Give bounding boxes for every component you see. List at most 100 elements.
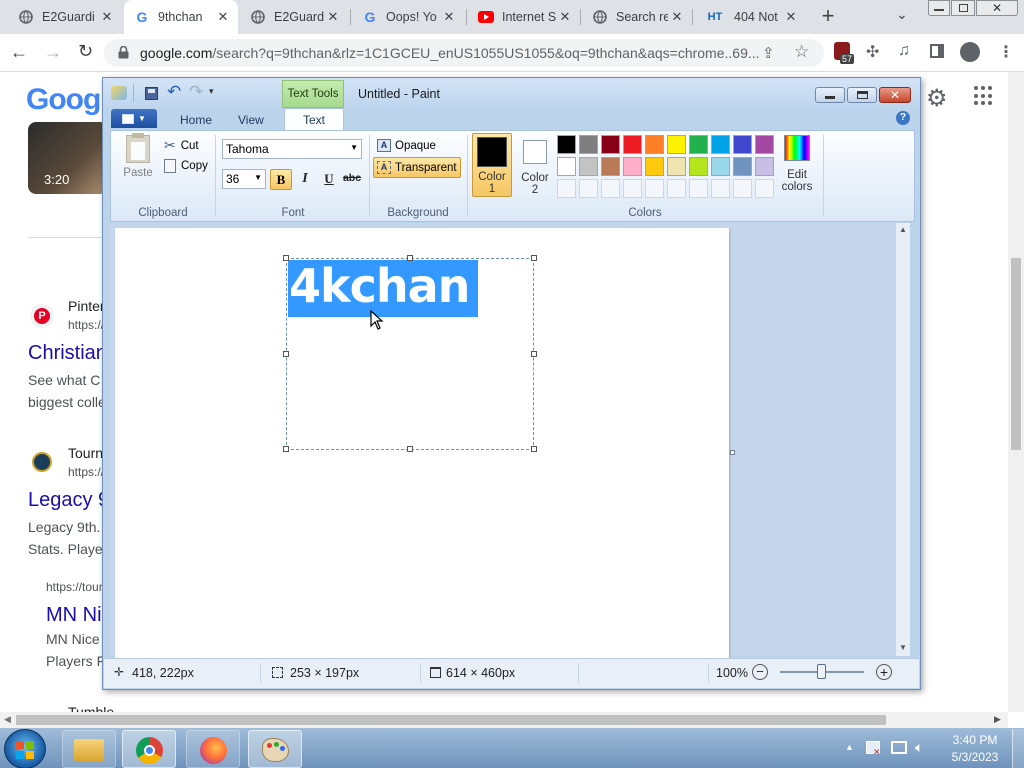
- paint-maximize-button[interactable]: [847, 87, 877, 103]
- custom-color-slot[interactable]: [667, 179, 686, 198]
- custom-color-slot[interactable]: [579, 179, 598, 198]
- extensions-puzzle-icon[interactable]: ✣: [866, 42, 879, 62]
- result-title-link[interactable]: Christian: [28, 342, 107, 365]
- font-size-select[interactable]: 36 ▼: [222, 169, 266, 189]
- underline-button[interactable]: U: [318, 169, 340, 190]
- google-apps-grid-icon[interactable]: [974, 86, 994, 106]
- palette-color-swatch[interactable]: [623, 135, 642, 154]
- start-button[interactable]: [4, 729, 46, 768]
- paint-close-button[interactable]: ✕: [879, 87, 911, 103]
- volume-speaker-icon[interactable]: 🔈︎: [915, 739, 923, 756]
- profile-avatar-icon[interactable]: [960, 42, 980, 62]
- result-title-link[interactable]: Legacy 9: [28, 489, 109, 512]
- color2-button[interactable]: Color 2: [516, 133, 554, 197]
- paint-menu-button[interactable]: ▼: [111, 109, 157, 128]
- back-arrow-icon[interactable]: ←: [10, 42, 28, 63]
- copy-button[interactable]: Copy: [164, 159, 208, 173]
- zoom-out-button[interactable]: −: [752, 664, 768, 680]
- paint-minimize-button[interactable]: [815, 87, 845, 103]
- palette-color-swatch[interactable]: [623, 157, 642, 176]
- palette-color-swatch[interactable]: [667, 157, 686, 176]
- scroll-down-icon[interactable]: ▼: [899, 643, 907, 652]
- close-tab-icon[interactable]: ✕: [98, 9, 116, 25]
- palette-color-swatch[interactable]: [645, 157, 664, 176]
- file-explorer-taskbar-icon[interactable]: [62, 730, 116, 768]
- palette-color-swatch[interactable]: [557, 135, 576, 154]
- zoom-slider-thumb[interactable]: [817, 664, 826, 679]
- window-minimize-icon[interactable]: [928, 0, 950, 16]
- help-icon[interactable]: ?: [896, 111, 910, 125]
- custom-color-slot[interactable]: [689, 179, 708, 198]
- paint-app-icon[interactable]: [111, 86, 127, 100]
- browser-tab[interactable]: HT 404 Not ✕: [694, 0, 806, 34]
- palette-color-swatch[interactable]: [579, 157, 598, 176]
- undo-icon[interactable]: ↶: [167, 82, 181, 102]
- page-vertical-scrollbar[interactable]: [1008, 72, 1024, 712]
- reload-icon[interactable]: ↻: [78, 41, 93, 62]
- window-restore-icon[interactable]: [951, 0, 975, 16]
- drawing-canvas[interactable]: 4kchan: [115, 228, 729, 658]
- palette-color-swatch[interactable]: [689, 135, 708, 154]
- page-horizontal-scrollbar[interactable]: ◀ ▶: [0, 712, 1008, 728]
- close-tab-icon[interactable]: ✕: [324, 9, 342, 25]
- font-family-select[interactable]: Tahoma ▼: [222, 139, 362, 159]
- result-title-link[interactable]: MN Ni: [46, 604, 102, 627]
- forward-arrow-icon[interactable]: →: [44, 42, 62, 63]
- italic-button[interactable]: I: [294, 169, 316, 190]
- tab-view[interactable]: View: [238, 113, 264, 127]
- scroll-up-icon[interactable]: ▲: [899, 225, 907, 234]
- selected-text[interactable]: 4kchan: [288, 259, 478, 317]
- close-tab-icon[interactable]: ✕: [782, 9, 800, 25]
- close-tab-icon[interactable]: ✕: [214, 9, 232, 25]
- canvas-vertical-scrollbar[interactable]: ▲ ▼: [896, 223, 910, 656]
- custom-color-slot[interactable]: [645, 179, 664, 198]
- resize-handle[interactable]: [283, 255, 289, 261]
- palette-color-swatch[interactable]: [733, 157, 752, 176]
- quick-access-dropdown-icon[interactable]: ▾: [209, 86, 214, 97]
- resize-handle[interactable]: [531, 351, 537, 357]
- chrome-menu-icon[interactable]: ⋮: [998, 42, 1014, 62]
- edit-colors-button[interactable]: Edit colors: [778, 135, 816, 199]
- new-tab-icon[interactable]: +: [816, 4, 840, 28]
- tab-text[interactable]: Text: [284, 108, 344, 131]
- custom-color-slot[interactable]: [733, 179, 752, 198]
- custom-color-slot[interactable]: [601, 179, 620, 198]
- palette-color-swatch[interactable]: [733, 135, 752, 154]
- firefox-taskbar-icon[interactable]: [186, 730, 240, 768]
- resize-handle[interactable]: [531, 255, 537, 261]
- canvas-resize-handle[interactable]: [730, 450, 735, 455]
- browser-tab[interactable]: E2Guardi ✕: [240, 0, 348, 34]
- palette-color-swatch[interactable]: [711, 157, 730, 176]
- browser-tab[interactable]: E2Guardi ✕: [8, 0, 122, 34]
- show-hidden-icons-arrow[interactable]: ▲: [845, 742, 854, 752]
- close-tab-icon[interactable]: ✕: [556, 9, 574, 25]
- custom-color-slot[interactable]: [557, 179, 576, 198]
- close-tab-icon[interactable]: ✕: [668, 9, 686, 25]
- browser-tab[interactable]: Search re ✕: [582, 0, 692, 34]
- window-close-icon[interactable]: ✕: [976, 0, 1018, 16]
- browser-tab[interactable]: Internet S ✕: [468, 0, 580, 34]
- resize-handle[interactable]: [531, 446, 537, 452]
- action-center-flag-icon[interactable]: ✕: [866, 741, 881, 757]
- address-bar[interactable]: google.com/search?q=9thchan&rlz=1C1GCEU_…: [104, 39, 824, 67]
- redo-icon[interactable]: ↷: [189, 82, 203, 102]
- palette-color-swatch[interactable]: [667, 135, 686, 154]
- tab-search-chevron-icon[interactable]: ⌄: [896, 6, 908, 23]
- palette-color-swatch[interactable]: [579, 135, 598, 154]
- video-thumbnail[interactable]: 3:20: [28, 122, 108, 194]
- palette-color-swatch[interactable]: [755, 157, 774, 176]
- custom-color-slot[interactable]: [711, 179, 730, 198]
- resize-handle[interactable]: [283, 351, 289, 357]
- color1-button[interactable]: Color 1: [472, 133, 512, 197]
- tab-home[interactable]: Home: [180, 113, 212, 127]
- palette-color-swatch[interactable]: [601, 157, 620, 176]
- side-panel-icon[interactable]: [930, 44, 944, 58]
- clock-time[interactable]: 3:40 PM: [950, 733, 1000, 747]
- network-icon[interactable]: [891, 741, 907, 754]
- resize-handle[interactable]: [407, 255, 413, 261]
- clock-date[interactable]: 5/3/2023: [946, 750, 1004, 764]
- paint-taskbar-icon[interactable]: [248, 730, 302, 768]
- palette-color-swatch[interactable]: [689, 157, 708, 176]
- resize-handle[interactable]: [407, 446, 413, 452]
- strikethrough-button[interactable]: abc: [341, 169, 363, 190]
